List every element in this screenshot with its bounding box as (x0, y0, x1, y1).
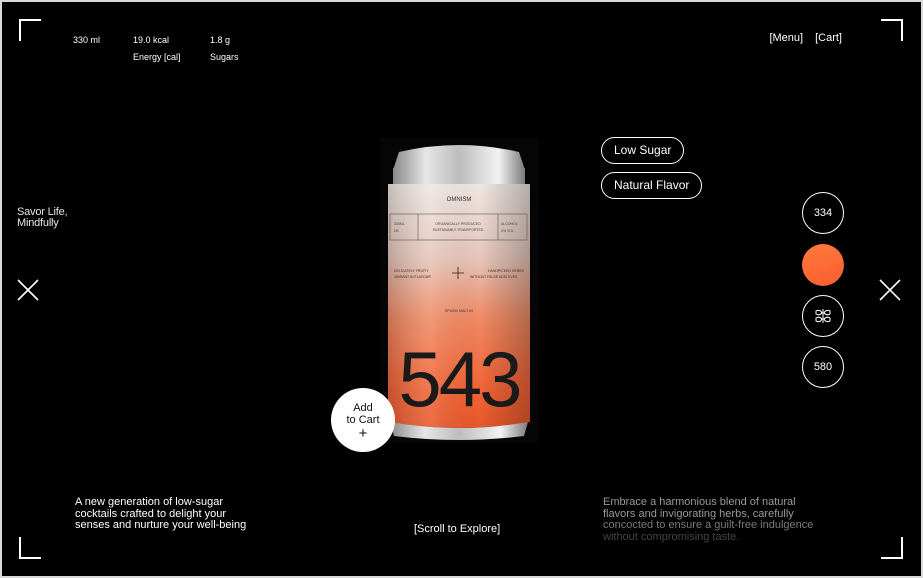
product-page: 330 ml 19.0 kcal Energy [cal] 1.8 g Suga… (2, 2, 921, 576)
svg-text:ORGANICALLY PRODUCED: ORGANICALLY PRODUCED (435, 222, 481, 226)
can-brand: OMNISM (447, 197, 472, 203)
tagline: Savor Life, Mindfully (17, 207, 68, 229)
svg-text:VIBRANT IN FLAVOUR: VIBRANT IN FLAVOUR (394, 275, 431, 279)
intro-line: senses and nurture your well-being (75, 519, 247, 531)
menu-link[interactable]: [Menu] (769, 32, 803, 44)
corner-bracket-top-left (19, 19, 41, 41)
scroll-to-explore[interactable]: [Scroll to Explore] (414, 523, 500, 535)
stat-volume: 330 ml (73, 32, 100, 49)
intro-line: A new generation of low-sugar (75, 496, 223, 508)
svg-text:330ML: 330ML (394, 222, 405, 226)
stat-sugars: 1.8 g Sugars (210, 32, 239, 66)
variant-334-button[interactable]: 334 (802, 192, 844, 234)
variant-symbol-button[interactable] (802, 295, 844, 337)
tag-natural-flavor: Natural Flavor (601, 172, 703, 199)
svg-text:SPICED MALT 04: SPICED MALT 04 (445, 309, 473, 313)
stat-value: 19.0 kcal (133, 35, 170, 45)
tagline-line: Mindfully (17, 217, 59, 229)
close-icon (879, 279, 901, 301)
product-can-image: OMNISM 330ML UK ORGANICALLY PRODUCED SUS… (380, 138, 538, 443)
tag-low-sugar: Low Sugar (601, 137, 685, 164)
close-icon-left[interactable] (17, 279, 39, 301)
corner-bracket-top-right (881, 19, 903, 41)
variant-580-button[interactable]: 580 (802, 346, 844, 388)
close-icon-right[interactable] (879, 279, 901, 301)
description-line: Embrace a harmonious blend of natural (603, 496, 796, 508)
close-icon (17, 279, 39, 301)
stat-label: Energy [cal] (133, 52, 181, 62)
svg-text:DELICATELY FRUITY: DELICATELY FRUITY (394, 269, 429, 273)
stat-value: 1.8 g (210, 35, 231, 45)
svg-text:UK: UK (394, 229, 400, 233)
description-line: concocted to ensure a guilt-free indulge… (603, 519, 814, 531)
intro-text: A new generation of low-sugar cocktails … (75, 496, 247, 532)
description-text: Embrace a harmonious blend of natural fl… (603, 496, 814, 543)
description-line: without compromising taste. (603, 530, 740, 543)
botanical-symbol-icon (815, 309, 831, 323)
can-number: 543 (398, 335, 519, 423)
stat-value: 330 ml (73, 35, 101, 45)
top-nav: [Menu] [Cart] (769, 32, 842, 44)
can-illustration: OMNISM 330ML UK ORGANICALLY PRODUCED SUS… (388, 145, 530, 440)
stat-label: Sugars (210, 52, 239, 62)
cart-link[interactable]: [Cart] (815, 32, 842, 44)
svg-text:0% VOL: 0% VOL (501, 229, 514, 233)
svg-text:ALCOHOL: ALCOHOL (501, 222, 518, 226)
svg-text:HANDPICKED HERBS: HANDPICKED HERBS (488, 269, 525, 273)
add-to-cart-label: Add (353, 402, 373, 414)
corner-bracket-bottom-right (881, 537, 903, 559)
corner-bracket-bottom-left (19, 537, 41, 559)
stat-energy: 19.0 kcal Energy [cal] (133, 32, 181, 66)
svg-text:WITHOUT FALSE ADDITIVES: WITHOUT FALSE ADDITIVES (470, 275, 518, 279)
svg-text:SUSTAINABLY TRANSPORTED: SUSTAINABLY TRANSPORTED (433, 228, 484, 232)
variant-color-swatch[interactable] (802, 244, 844, 286)
plus-icon: + (358, 425, 368, 442)
add-to-cart-button[interactable]: Add to Cart + (331, 388, 395, 452)
